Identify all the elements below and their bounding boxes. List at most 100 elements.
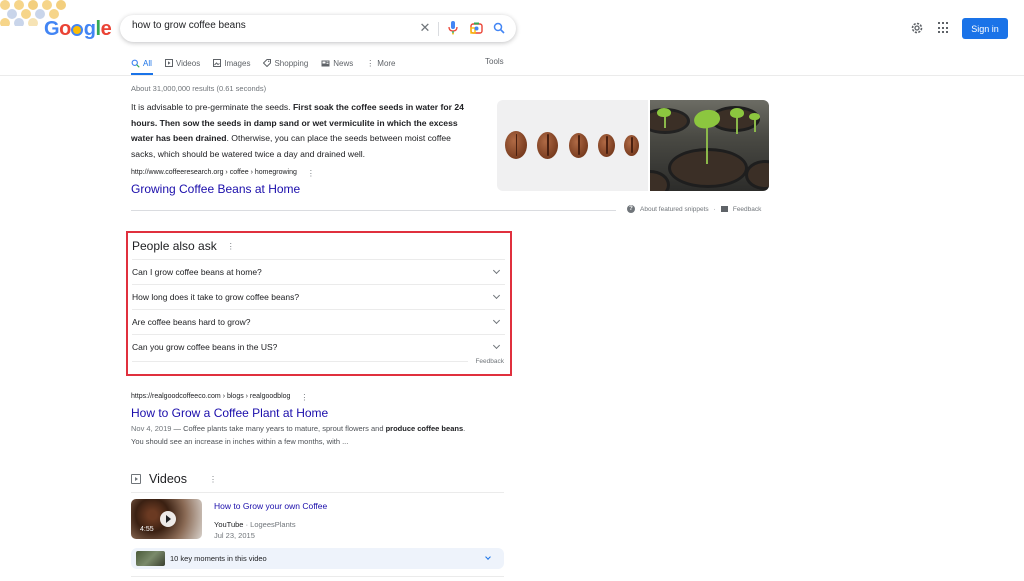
image-icon bbox=[213, 59, 222, 67]
paa-question-text: How long does it take to grow coffee bea… bbox=[132, 292, 300, 302]
key-moments-label: 10 key moments in this video bbox=[170, 554, 267, 563]
google-logo[interactable]: Go gle bbox=[44, 18, 112, 41]
lens-icon[interactable] bbox=[469, 21, 483, 35]
apps-icon[interactable] bbox=[938, 22, 950, 34]
tab-images[interactable]: Images bbox=[213, 57, 250, 69]
video-title-link[interactable]: How to Grow your own Coffee bbox=[214, 501, 327, 511]
tab-label: Images bbox=[224, 58, 251, 68]
text-segment: — Coffee plants take many years to matur… bbox=[171, 424, 386, 433]
tab-videos[interactable]: Videos bbox=[164, 57, 200, 69]
video-icon bbox=[164, 59, 173, 67]
videos-divider bbox=[131, 492, 504, 493]
paa-question-text: Are coffee beans hard to grow? bbox=[132, 317, 251, 327]
help-icon: ? bbox=[627, 205, 635, 213]
more-options-icon[interactable]: ⋮ bbox=[300, 393, 308, 402]
doodle-dot bbox=[21, 9, 31, 19]
settings-icon[interactable] bbox=[910, 21, 924, 35]
highlighted-text: produce coffee beans bbox=[385, 424, 464, 433]
tab-label: News bbox=[333, 58, 354, 68]
tools-button[interactable]: Tools bbox=[485, 57, 504, 66]
search-input[interactable] bbox=[132, 20, 412, 31]
coffee-bean bbox=[569, 132, 588, 158]
news-icon bbox=[321, 60, 330, 66]
chevron-down-icon bbox=[492, 291, 501, 300]
text-segment: It is advisable to pre-germinate the see… bbox=[131, 102, 293, 112]
logo-letter: e bbox=[100, 18, 112, 40]
more-options-icon[interactable]: ⋮ bbox=[307, 169, 315, 178]
featured-snippet-title-link[interactable]: Growing Coffee Beans at Home bbox=[131, 182, 300, 196]
search-box: ✕ bbox=[120, 15, 516, 42]
featured-snippet-footer: ? About featured snippets · Feedback bbox=[627, 205, 761, 213]
paa-question[interactable]: Can I grow coffee beans at home? bbox=[132, 259, 505, 284]
chevron-down-icon bbox=[492, 341, 501, 350]
video-thumbnail[interactable]: 4:55 bbox=[131, 499, 202, 539]
people-also-ask-box: People also ask ⋮ Can I grow coffee bean… bbox=[126, 231, 512, 376]
play-icon bbox=[160, 511, 176, 527]
result-description: Nov 4, 2019 — Coffee plants take many ye… bbox=[131, 423, 471, 448]
doodle-dot bbox=[7, 9, 17, 19]
paa-title-text: People also ask bbox=[132, 239, 217, 253]
featured-snippet-text: It is advisable to pre-germinate the see… bbox=[131, 100, 471, 162]
doodle-dot bbox=[28, 0, 38, 10]
logo-doodle-o bbox=[71, 24, 84, 36]
more-options-icon[interactable]: ⋮ bbox=[209, 475, 217, 484]
tab-label: More bbox=[377, 58, 396, 68]
key-moment-thumbnail bbox=[136, 551, 165, 566]
videos-heading-text: Videos bbox=[149, 472, 187, 486]
tab-more[interactable]: ⋮ More bbox=[366, 57, 395, 69]
cite-url: http://www.coffeeresearch.org › coffee ›… bbox=[131, 169, 297, 176]
more-options-icon[interactable]: ⋮ bbox=[227, 242, 235, 251]
feedback-link[interactable]: Feedback bbox=[733, 206, 762, 213]
key-moments-expander[interactable]: 10 key moments in this video bbox=[131, 548, 504, 569]
result-title-link[interactable]: How to Grow a Coffee Plant at Home bbox=[131, 406, 328, 420]
tab-shopping[interactable]: Shopping bbox=[263, 57, 308, 69]
video-icon bbox=[131, 474, 141, 484]
search-icon[interactable] bbox=[492, 21, 506, 35]
about-featured-snippets-link[interactable]: About featured snippets bbox=[640, 206, 709, 213]
people-also-ask-heading: People also ask ⋮ bbox=[132, 239, 235, 253]
search-tabs: All Videos Images Shopping News ⋮ More bbox=[131, 57, 409, 75]
logo-letter: g bbox=[83, 18, 96, 40]
tab-all[interactable]: All bbox=[131, 57, 152, 69]
featured-snippet-divider bbox=[131, 210, 616, 211]
doodle-dot bbox=[0, 18, 10, 26]
cite-url: https://realgoodcoffeeco.com › blogs › r… bbox=[131, 393, 291, 400]
logo-letter: G bbox=[44, 18, 60, 40]
search-divider bbox=[438, 22, 439, 36]
coffee-beans-image[interactable] bbox=[497, 100, 648, 191]
videos-section-heading: Videos ⋮ bbox=[131, 472, 217, 486]
coffee-seedlings-image[interactable] bbox=[650, 100, 769, 191]
featured-snippet-images[interactable] bbox=[497, 100, 769, 191]
result-cite: https://realgoodcoffeeco.com › blogs › r… bbox=[131, 393, 308, 402]
mic-icon[interactable] bbox=[446, 21, 460, 35]
feedback-icon bbox=[720, 206, 728, 212]
doodle-dot bbox=[0, 0, 10, 10]
clear-icon[interactable]: ✕ bbox=[418, 20, 432, 35]
doodle-dot bbox=[14, 18, 24, 26]
paa-question[interactable]: How long does it take to grow coffee bea… bbox=[132, 284, 505, 309]
tab-news[interactable]: News bbox=[321, 57, 353, 69]
doodle-dot bbox=[14, 0, 24, 10]
videos-bottom-divider bbox=[131, 576, 504, 577]
paa-question-text: Can I grow coffee beans at home? bbox=[132, 267, 262, 277]
separator-dot: · bbox=[713, 205, 716, 213]
tab-label: All bbox=[143, 58, 152, 68]
result-stats: About 31,000,000 results (0.61 seconds) bbox=[131, 84, 267, 93]
more-vert-icon: ⋮ bbox=[366, 58, 375, 68]
video-channel: LogeesPlants bbox=[250, 520, 296, 529]
video-source: YouTube bbox=[214, 520, 244, 529]
paa-question[interactable]: Can you grow coffee beans in the US? bbox=[132, 334, 505, 359]
doodle-dot bbox=[56, 0, 66, 10]
paa-feedback-link[interactable]: Feedback bbox=[475, 358, 504, 365]
tabs-divider bbox=[0, 75, 1024, 76]
chevron-down-icon bbox=[492, 316, 501, 325]
search-icon bbox=[131, 59, 140, 68]
coffee-bean bbox=[598, 133, 615, 157]
sign-in-button[interactable]: Sign in bbox=[962, 18, 1008, 39]
coffee-bean bbox=[505, 131, 527, 159]
tab-label: Shopping bbox=[274, 58, 309, 68]
paa-question[interactable]: Are coffee beans hard to grow? bbox=[132, 309, 505, 334]
video-date: Jul 23, 2015 bbox=[214, 531, 255, 540]
featured-snippet-cite: http://www.coffeeresearch.org › coffee ›… bbox=[131, 169, 315, 178]
paa-question-text: Can you grow coffee beans in the US? bbox=[132, 342, 278, 352]
